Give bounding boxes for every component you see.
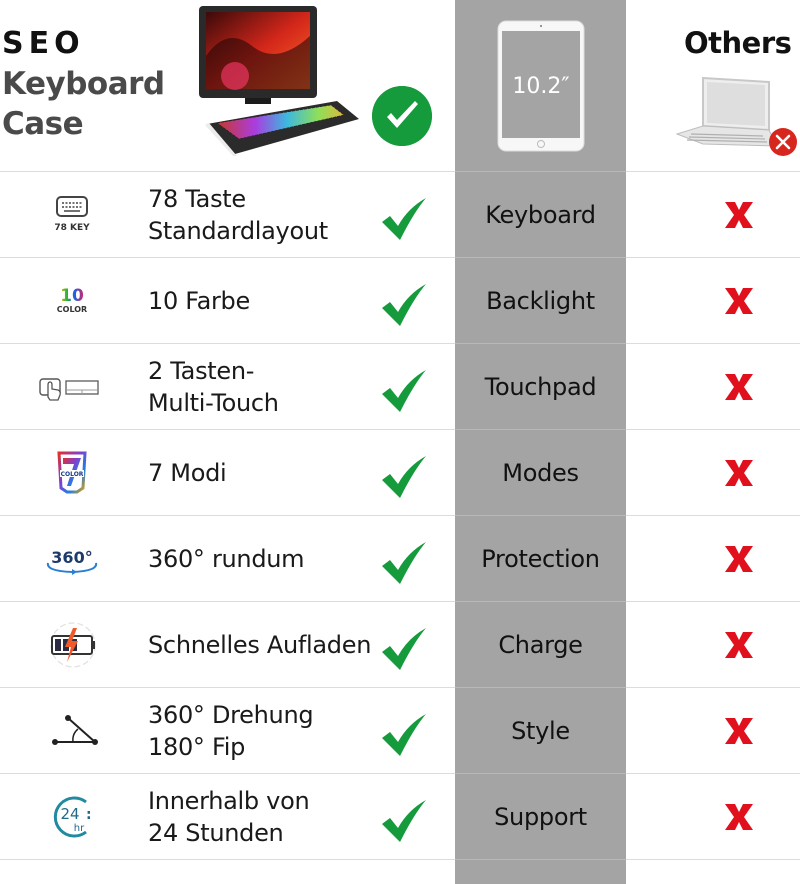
feature-description: Schnelles Aufladen [148,631,372,659]
feature-description: 2 Tasten- Multi-Touch [148,357,279,417]
brand-line-3: Case [2,106,84,142]
cross-icon [725,202,753,228]
feature-description: 360° Drehung 180° Fip [148,701,314,761]
keyboard-case-product-image [199,6,359,156]
10-color-icon: 10 COLOR [36,276,108,326]
check-icon [382,456,426,498]
check-icon [382,198,426,240]
svg-text:COLOR: COLOR [57,305,87,314]
ours-check-badge-icon [372,86,432,146]
cross-icon [725,718,753,744]
check-icon [382,284,426,326]
360-rotation-icon: 360° [36,534,108,584]
svg-text:hr: hr [74,823,85,834]
fast-charge-battery-icon [36,620,108,670]
tablet-size-label: 10.2″ [512,74,569,99]
keyboard-78-key-icon: 78 KEY [36,190,108,240]
svg-text:24: 24 [60,805,79,823]
comparison-row: 2 Tasten- Multi-Touch Touchpad [0,342,800,429]
svg-text:COLOR: COLOR [61,471,84,478]
svg-text::: : [86,807,92,823]
feature-category-label: Touchpad [484,373,597,401]
feature-category-label: Modes [502,459,579,487]
feature-description: 360° rundum [148,545,305,573]
check-icon [382,370,426,412]
comparison-header: SEO Keyboard Case 10.2″ Others [0,0,800,171]
feature-category-label: Keyboard [485,201,596,229]
cross-icon [725,374,753,400]
comparison-row: 360° 360° rundum Protection [0,514,800,601]
others-column-title: Others [684,26,792,60]
feature-category-label: Protection [481,545,600,573]
feature-category-label: Support [494,803,587,831]
comparison-row: 360° Drehung 180° Fip Style [0,686,800,773]
tablet-10-2-image: 10.2″ [497,20,585,152]
svg-text:10: 10 [60,286,84,306]
7-color-modes-icon: COLOR [36,448,108,498]
feature-category-label: Style [511,717,570,745]
comparison-row: 24 : hr Innerhalb von 24 Stunden Support [0,772,800,859]
feature-category-label: Backlight [486,287,595,315]
product-brand-title: SEO Keyboard Case [2,24,165,144]
cross-icon [725,546,753,572]
feature-category-label: Charge [498,631,583,659]
others-keyboard-case-image [675,76,797,156]
feature-description: Innerhalb von 24 Stunden [148,787,310,847]
cross-icon [725,288,753,314]
brand-line-2: Keyboard [2,66,165,102]
comparison-row: 10 COLOR 10 Farbe Backlight [0,256,800,343]
check-icon [382,542,426,584]
cross-icon [725,804,753,830]
angle-icon [36,706,108,756]
row-divider [455,858,626,860]
feature-description: 7 Modi [148,459,227,487]
cross-icon [725,632,753,658]
comparison-row: COLOR 7 Modi Modes [0,428,800,515]
table-bottom-divider [0,858,800,860]
24-hour-support-icon: 24 : hr [36,792,108,842]
check-icon [382,800,426,842]
feature-description: 78 Taste Standardlayout [148,185,328,245]
touchpad-icon [36,362,108,412]
svg-text:360°: 360° [51,548,92,567]
feature-description: 10 Farbe [148,287,250,315]
comparison-row: Schnelles Aufladen Charge [0,600,800,687]
check-icon [382,714,426,756]
comparison-row: 78 KEY 78 Taste Standardlayout Keyboard [0,170,800,257]
svg-text:78 KEY: 78 KEY [54,223,90,233]
brand-line-1: SEO [2,26,85,61]
check-icon [382,628,426,670]
cross-icon [725,460,753,486]
